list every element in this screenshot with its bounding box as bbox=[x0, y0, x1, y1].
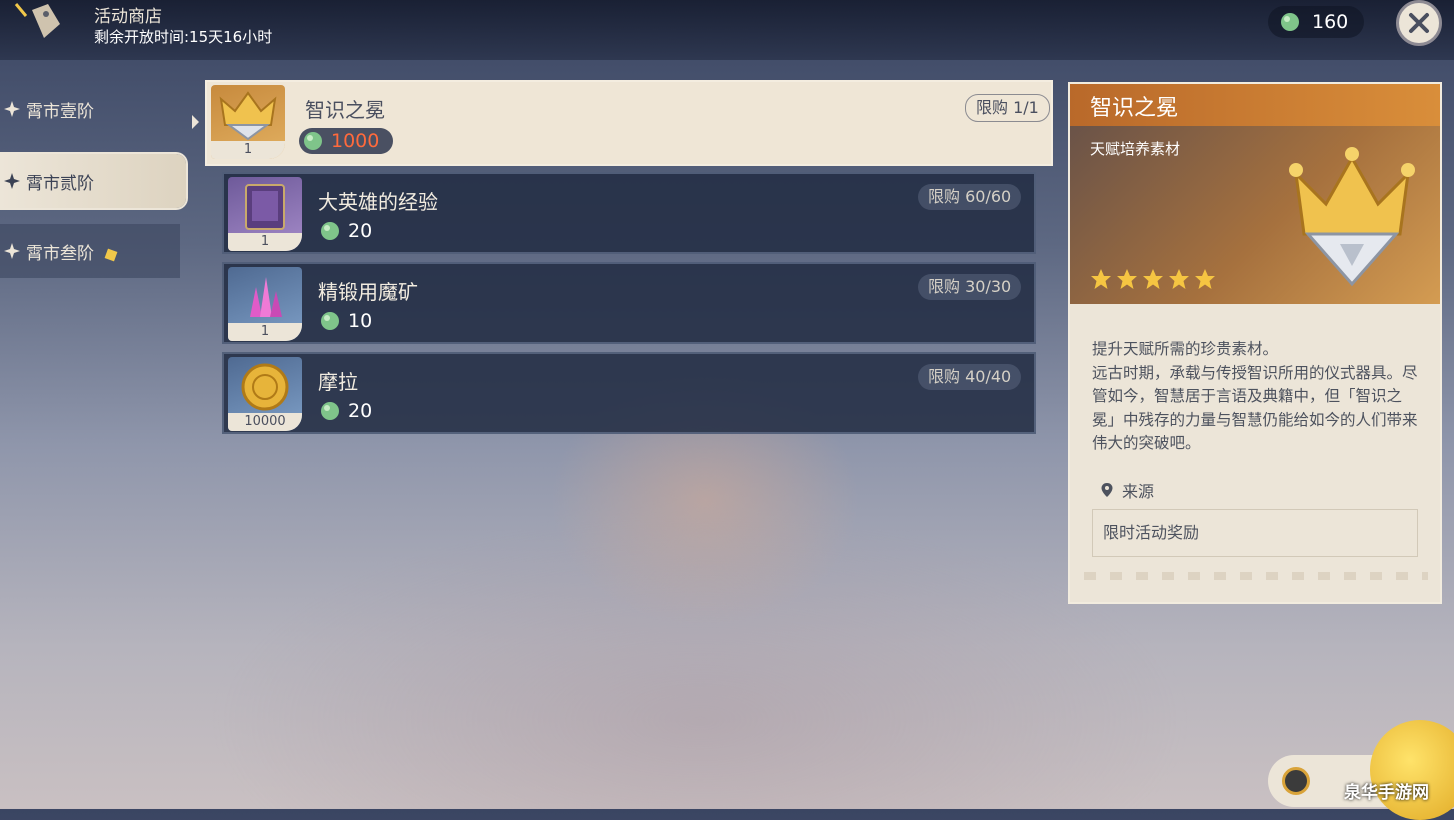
tab-tier-1[interactable]: 霄市壹阶 bbox=[0, 82, 180, 136]
tab-label: 霄市壹阶 bbox=[26, 101, 94, 122]
top-bar: 活动商店 剩余开放时间:15天16小时 160 bbox=[0, 0, 1454, 60]
gem-currency-icon bbox=[1281, 13, 1299, 31]
price-amount: 20 bbox=[348, 220, 373, 242]
gem-currency-icon bbox=[304, 132, 322, 150]
gem-currency-icon bbox=[321, 312, 339, 330]
close-icon bbox=[1409, 13, 1429, 33]
item-quantity: 10000 bbox=[228, 413, 302, 431]
item-description: 提升天赋所需的珍贵素材。 远古时期，承载与传授智识所用的仪式器具。尽管如今，智慧… bbox=[1092, 340, 1418, 452]
currency-amount: 160 bbox=[1312, 11, 1349, 33]
gem-currency-icon bbox=[321, 402, 339, 420]
item-price: 1000 bbox=[299, 128, 393, 154]
decorative-border bbox=[1084, 572, 1428, 580]
purchase-limit-badge: 限购 40/40 bbox=[918, 364, 1022, 390]
shop-item-mora[interactable]: 10000 摩拉 20 限购 40/40 bbox=[222, 352, 1036, 434]
location-pin-icon bbox=[1101, 483, 1113, 497]
tab-label: 霄市叁阶 bbox=[26, 243, 94, 264]
item-name: 精锻用魔矿 bbox=[318, 280, 418, 304]
mora-coin-icon: 10000 bbox=[228, 357, 302, 431]
detail-header: 智识之冕 bbox=[1070, 84, 1440, 128]
purchase-limit-badge: 限购 60/60 bbox=[918, 184, 1022, 210]
sparkle-icon bbox=[4, 243, 20, 259]
rarity-stars bbox=[1090, 268, 1216, 290]
star-icon bbox=[1091, 269, 1111, 289]
gem-currency-icon bbox=[321, 222, 339, 240]
shop-title: 活动商店 bbox=[94, 7, 162, 27]
shop-item-crown[interactable]: 1 智识之冕 1000 限购 1/1 bbox=[205, 80, 1053, 166]
shop-item-mystic-ore[interactable]: 1 精锻用魔矿 10 限购 30/30 bbox=[222, 262, 1036, 344]
watermark: 泉华手游网 bbox=[1344, 783, 1429, 803]
shop-item-hero-wit[interactable]: 1 大英雄的经验 20 限购 60/60 bbox=[222, 172, 1036, 254]
item-name: 大英雄的经验 bbox=[318, 190, 438, 214]
star-icon bbox=[1117, 269, 1137, 289]
source-heading: 来源 bbox=[1100, 478, 1154, 502]
purchase-limit-badge: 限购 30/30 bbox=[918, 274, 1022, 300]
sparkle-icon bbox=[4, 173, 20, 189]
source-label: 来源 bbox=[1122, 482, 1155, 501]
tab-tier-3[interactable]: 霄市叁阶 bbox=[0, 224, 180, 278]
item-quantity: 1 bbox=[211, 141, 285, 159]
price-amount: 1000 bbox=[331, 130, 380, 152]
close-button[interactable] bbox=[1396, 0, 1442, 46]
ring-icon bbox=[1282, 767, 1310, 795]
crown-item-icon: 1 bbox=[211, 85, 285, 159]
shop-timer: 剩余开放时间:15天16小时 bbox=[94, 28, 273, 46]
purchase-limit-badge: 限购 1/1 bbox=[965, 94, 1050, 122]
currency-display: 160 bbox=[1268, 6, 1364, 38]
item-name: 摩拉 bbox=[318, 370, 358, 394]
book-item-icon: 1 bbox=[228, 177, 302, 251]
item-type: 天赋培养素材 bbox=[1090, 140, 1181, 158]
source-entry[interactable]: 限时活动奖励 bbox=[1092, 509, 1418, 557]
tab-label: 霄市贰阶 bbox=[26, 173, 94, 194]
selected-arrow-icon bbox=[192, 115, 199, 129]
item-price: 20 bbox=[316, 400, 372, 422]
sparkle-icon bbox=[4, 101, 20, 117]
item-quantity: 1 bbox=[228, 323, 302, 341]
star-icon bbox=[1195, 269, 1215, 289]
tab-tier-2[interactable]: 霄市贰阶 bbox=[0, 154, 186, 208]
detail-title: 智识之冕 bbox=[1090, 96, 1179, 121]
crystal-item-icon: 1 bbox=[228, 267, 302, 341]
price-amount: 10 bbox=[348, 310, 373, 332]
item-quantity: 1 bbox=[228, 233, 302, 251]
star-icon bbox=[1143, 269, 1163, 289]
item-price: 10 bbox=[316, 310, 372, 332]
star-icon bbox=[1169, 269, 1189, 289]
item-name: 智识之冕 bbox=[305, 98, 385, 122]
item-price: 20 bbox=[316, 220, 372, 242]
shop-tag-icon bbox=[14, 3, 60, 38]
item-detail-panel: 智识之冕 天赋培养素材 提升天赋所需的珍贵素材。 远古时期，承载与传授智识所用的… bbox=[1068, 82, 1442, 604]
price-amount: 20 bbox=[348, 400, 373, 422]
crown-large-icon bbox=[1289, 147, 1415, 287]
